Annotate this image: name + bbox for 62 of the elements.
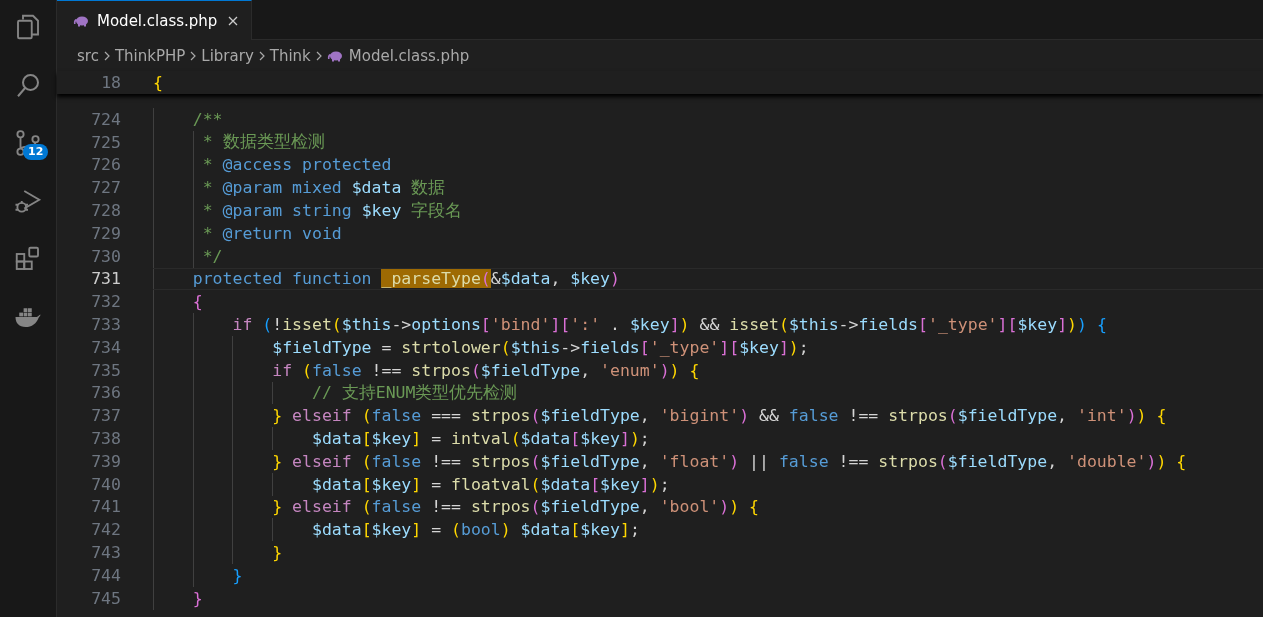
- line-number: 741: [90, 497, 121, 517]
- line-number: 724: [90, 109, 121, 129]
- code-line: protected function _parseType(&$data, $key): [191, 269, 620, 289]
- code-line: /**: [191, 109, 223, 129]
- code-line: // 支持ENUM类型优先检测: [310, 381, 518, 404]
- line-number: 735: [90, 360, 121, 380]
- code-line: } elseif (false !== strpos($fieldType, 'float') || false !== strpos($fieldType, 'double')) {: [271, 451, 1187, 471]
- line-number: 734: [90, 337, 121, 357]
- code-line: $data[$key] = floatval($data[$key]);: [310, 474, 670, 494]
- line-number: 726: [90, 155, 121, 175]
- notification-badge: 12: [23, 144, 49, 160]
- code-line: {: [153, 73, 163, 92]
- php-file-icon: [73, 14, 89, 27]
- chevron-icon: [189, 49, 198, 62]
- code-line: * @return void: [201, 223, 342, 243]
- code-line: if (false !== strpos($fieldType, 'enum')) {: [271, 360, 700, 380]
- line-number: 733: [90, 315, 121, 335]
- code-line: */: [201, 246, 223, 266]
- code-line: if (!isset($this->options['bind'][':' . $key]) && isset($this->fields['_type'][$key])) {: [231, 315, 1107, 335]
- line-number: 736: [90, 383, 121, 403]
- line-number: 740: [90, 474, 121, 494]
- breadcrumb-item[interactable]: Model.class.php: [348, 46, 470, 65]
- code-line: $data[$key] = (bool) $data[$key];: [310, 520, 640, 540]
- line-number: 742: [90, 520, 121, 540]
- chevron-icon: [314, 49, 323, 62]
- line-number: 745: [90, 588, 121, 608]
- line-number: 738: [90, 429, 121, 449]
- tab-label: Model.class.php: [97, 11, 218, 30]
- code-line: }: [231, 565, 243, 585]
- file-tab[interactable]: Model.class.php: [57, 0, 253, 40]
- code-line: * @access protected: [201, 155, 392, 175]
- breadcrumb-item[interactable]: src: [77, 46, 99, 65]
- code-line: } elseif (false !== strpos($fieldType, 'bool')) {: [271, 497, 760, 517]
- source-control-icon[interactable]: [13, 128, 43, 158]
- code-line: }: [191, 588, 203, 608]
- code-line: * 数据类型检测: [201, 131, 325, 154]
- line-number: 739: [90, 451, 121, 471]
- code-line: $data[$key] = intval($data[$key]);: [310, 429, 650, 449]
- chevron-icon: [102, 49, 111, 62]
- line-number: 743: [90, 543, 121, 563]
- breadcrumb-item[interactable]: ThinkPHP: [114, 46, 186, 65]
- close-icon[interactable]: [227, 14, 240, 27]
- code-line: * @param mixed $data 数据: [201, 176, 446, 199]
- line-number: 744: [90, 565, 121, 585]
- code-line: } elseif (false === strpos($fieldType, 'bigint') && false !== strpos($fieldType, 'int')) {: [271, 406, 1167, 426]
- chevron-icon: [257, 49, 266, 62]
- code-line: {: [191, 292, 203, 312]
- line-number: 728: [90, 201, 121, 221]
- breadcrumb-item[interactable]: Think: [269, 46, 311, 65]
- line-number: 729: [90, 223, 121, 243]
- code-line: * @param string $key 字段名: [201, 199, 463, 222]
- line-number: 725: [90, 132, 121, 152]
- line-number: 18: [100, 73, 121, 92]
- breadcrumb-item[interactable]: Library: [201, 46, 254, 65]
- line-number: 731: [90, 269, 121, 289]
- code-line: }: [271, 543, 283, 563]
- line-number: 737: [90, 406, 121, 426]
- line-number: 730: [90, 246, 121, 266]
- code-line: $fieldType = strtolower($this->fields['_type'][$key]);: [271, 337, 809, 357]
- line-number: 727: [90, 178, 121, 198]
- php-file-icon: [326, 49, 343, 62]
- line-number: 732: [90, 292, 121, 312]
